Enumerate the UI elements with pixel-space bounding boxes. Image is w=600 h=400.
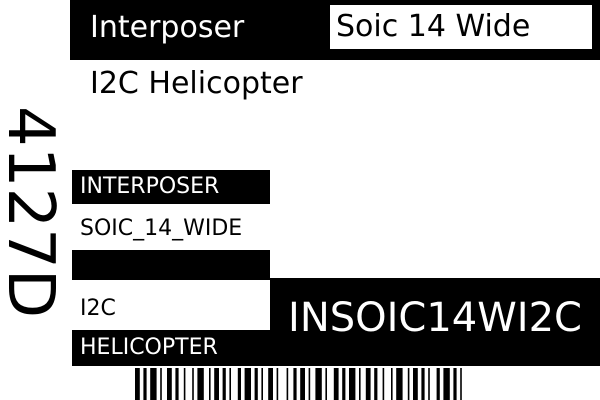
barcode-bar	[197, 368, 204, 400]
barcode-bar	[300, 368, 305, 400]
barcode-bar	[214, 368, 219, 400]
barcode-bar	[268, 368, 273, 400]
barcode-bar	[413, 368, 418, 400]
category-label: Interposer	[90, 10, 245, 45]
tag-package: SOIC_14_WIDE	[80, 216, 243, 241]
tag-spacer-bar	[72, 250, 270, 280]
part-code: INSOIC14WI2C	[270, 278, 600, 366]
barcode-bar	[222, 368, 226, 400]
barcode-bar	[276, 368, 279, 400]
barcode-bar	[254, 368, 258, 400]
barcode-bar	[333, 368, 339, 400]
barcode	[135, 368, 462, 400]
barcode-bar	[286, 368, 289, 400]
barcode-bar	[342, 368, 346, 400]
barcode-bar	[436, 368, 440, 400]
barcode-bar	[167, 368, 172, 400]
barcode-bar	[183, 368, 186, 400]
barcode-bar	[460, 368, 462, 400]
product-title: I2C Helicopter	[90, 66, 303, 101]
barcode-bar	[407, 368, 410, 400]
barcode-bar	[192, 368, 194, 400]
barcode-bar	[374, 368, 378, 400]
barcode-bar	[143, 368, 147, 400]
vertical-id: 4127D	[0, 106, 67, 319]
barcode-bar	[359, 368, 361, 400]
barcode-bar	[175, 368, 179, 400]
barcode-bar	[443, 368, 450, 400]
barcode-bar	[382, 368, 385, 400]
barcode-bar	[391, 368, 393, 400]
barcode-bar	[315, 368, 322, 400]
barcode-bar	[293, 368, 297, 400]
tag-bus: I2C	[80, 296, 116, 321]
barcode-bar	[308, 368, 311, 400]
barcode-bar	[421, 368, 425, 400]
barcode-bar	[349, 368, 356, 400]
barcode-bar	[135, 368, 140, 400]
tag-name: HELICOPTER	[72, 330, 270, 366]
barcode-bar	[209, 368, 211, 400]
barcode-bar	[160, 368, 162, 400]
barcode-bar	[453, 368, 457, 400]
barcode-bar	[229, 368, 231, 400]
barcode-bar	[365, 368, 371, 400]
barcode-bar	[428, 368, 430, 400]
barcode-bar	[325, 368, 327, 400]
tag-category: INTERPOSER	[72, 170, 270, 204]
barcode-bar	[150, 368, 157, 400]
barcode-bar	[237, 368, 241, 400]
barcode-bar	[261, 368, 263, 400]
barcode-bar	[396, 368, 403, 400]
barcode-bar	[244, 368, 251, 400]
package-box: Soic 14 Wide	[330, 5, 592, 49]
